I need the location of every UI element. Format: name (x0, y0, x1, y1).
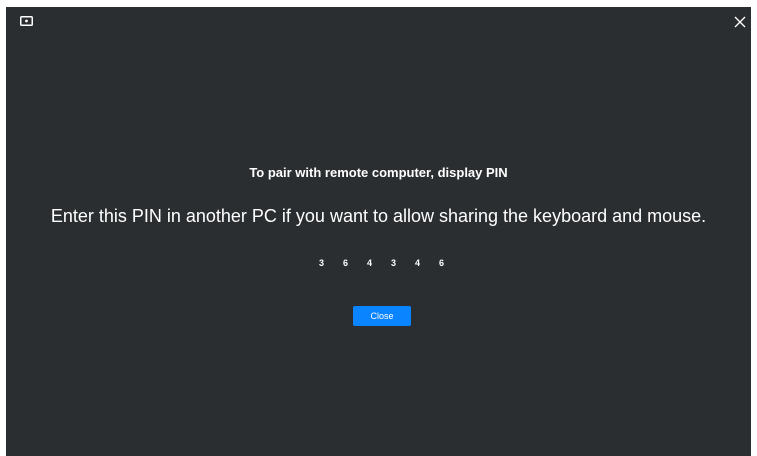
pin-digit: 3 (318, 258, 324, 268)
display-icon (20, 16, 33, 26)
dialog-heading: To pair with remote computer, display PI… (249, 165, 508, 180)
pin-digit: 6 (438, 258, 444, 268)
dialog-message: Enter this PIN in another PC if you want… (50, 206, 707, 226)
pin-code: 3 6 4 3 4 6 (6, 258, 751, 268)
close-button[interactable]: Close (353, 306, 411, 326)
pin-digit: 4 (366, 258, 372, 268)
pin-digit: 6 (342, 258, 348, 268)
pin-digit: 4 (414, 258, 420, 268)
close-icon[interactable] (733, 15, 747, 29)
pin-digit: 3 (390, 258, 396, 268)
pin-pairing-window: To pair with remote computer, display PI… (6, 7, 751, 456)
